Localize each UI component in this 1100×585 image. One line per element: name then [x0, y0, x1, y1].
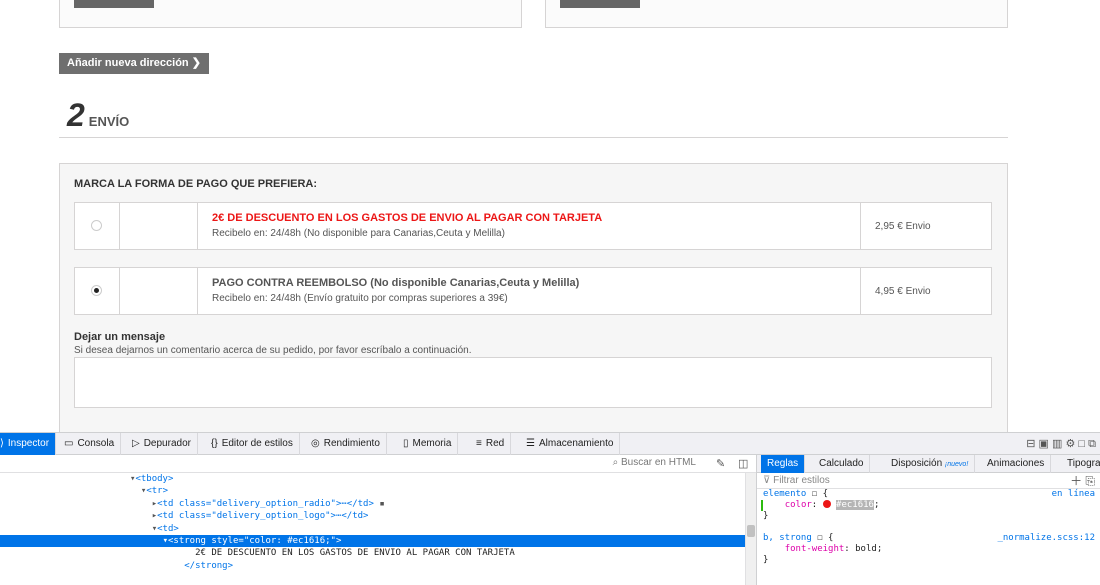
tab-rules[interactable]: Reglas	[761, 455, 806, 473]
markup-pane: ⌕ Buscar en HTML ✎ ◫ ▾<tbody> ▾<tr> ▸<td…	[0, 455, 756, 585]
devtools-toolbar-icons: ⊟ ▣ ▥ ⚙ □ ⧉	[1026, 437, 1096, 451]
filter-icon: ⊽	[763, 475, 771, 486]
tab-console[interactable]: ▭ Consola	[58, 433, 122, 455]
storage-icon: ☰	[526, 438, 535, 449]
markup-scrollbar[interactable]	[745, 473, 756, 585]
delivery-option-subtitle: Recibelo en: 24/48h (No disponible para …	[212, 228, 505, 239]
delivery-option-price: 4,95 € Envio	[875, 286, 931, 297]
tree-node[interactable]: ▾<td>	[0, 523, 745, 535]
event-badge-icon: ▪	[379, 498, 385, 509]
tab-debugger[interactable]: ▷ Depurador	[126, 433, 198, 455]
delivery-option[interactable]: 2€ DE DESCUENTO EN LOS GASTOS DE ENVIO A…	[74, 202, 992, 250]
toggle-sidebar-icon[interactable]: ◫	[738, 457, 748, 470]
search-icon: ⌕	[612, 457, 619, 468]
tab-fonts[interactable]: Tipografías	[1061, 455, 1100, 473]
network-icon: ≡	[476, 438, 482, 449]
rule-close: }	[763, 555, 769, 565]
invoice-address-card	[545, 0, 1008, 28]
message-textarea[interactable]	[74, 357, 992, 408]
add-address-label: Añadir nueva dirección	[67, 57, 189, 69]
tree-node-selected[interactable]: ▾<strong style="color: #ec1616;">	[0, 534, 745, 548]
tab-inspector[interactable]: ⟩ Inspector	[0, 433, 57, 455]
delivery-option-title: PAGO CONTRA REEMBOLSO (No disponible Can…	[212, 277, 580, 289]
checkbox-icon[interactable]: ☐	[812, 489, 817, 499]
inspector-icon: ⟩	[0, 438, 4, 449]
delivery-option-title: 2€ DE DESCUENTO EN LOS GASTOS DE ENVIO A…	[212, 212, 603, 224]
performance-icon: ◎	[311, 438, 320, 449]
payment-box: MARCA LA FORMA DE PAGO QUE PREFIERA: 2€ …	[59, 163, 1008, 432]
memory-icon: ▯	[403, 438, 409, 449]
chevron-right-icon: ❯	[191, 57, 201, 69]
delivery-option-subtitle: Recibelo en: 24/48h (Envío gratuito por …	[212, 293, 508, 304]
css-rules: elemento ☐ {en línea color: #ec1616; } b…	[757, 489, 1100, 566]
delivery-address-card	[59, 0, 522, 28]
tab-computed[interactable]: Calculado	[813, 455, 871, 473]
rule-header: b, strong ☐ {_normalize.scss:12	[763, 533, 1095, 544]
tab-memory[interactable]: ▯ Memoria	[397, 433, 459, 455]
overflow-icon[interactable]: ⧉	[1088, 438, 1096, 450]
color-swatch-icon[interactable]	[822, 500, 831, 508]
rule-spacer	[757, 522, 1100, 533]
markup-toolbar: ⌕ Buscar en HTML ✎ ◫	[0, 455, 756, 473]
tree-node[interactable]: ▸<td class="delivery_option_radio">⋯</td…	[0, 498, 745, 510]
tab-animations[interactable]: Animaciones	[981, 455, 1052, 473]
dock-icon[interactable]: ⊟	[1026, 438, 1035, 450]
add-address-button[interactable]: Añadir nueva dirección ❯	[59, 53, 209, 74]
message-label: Dejar un mensaje	[74, 331, 166, 343]
delivery-option-price: 2,95 € Envio	[875, 221, 931, 232]
rule-declaration[interactable]: color: #ec1616;	[757, 500, 1100, 511]
delivery-option-radio[interactable]	[91, 220, 102, 231]
payment-heading: MARCA LA FORMA DE PAGO QUE PREFIERA:	[74, 178, 318, 190]
devtools-panel: ⟩ Inspector ▭ Consola ▷ Depurador {} Editor …	[0, 432, 1100, 585]
divider	[59, 137, 1008, 138]
rule-close: }	[763, 511, 769, 521]
rule-declaration[interactable]: font-weight: bold;	[757, 544, 1100, 555]
rule-header: elemento ☐ {en línea	[763, 489, 1095, 500]
message-hint: Si desea dejarnos un comentario acerca d…	[74, 345, 472, 356]
scrollbar-thumb[interactable]	[747, 525, 755, 537]
style-editor-icon: {}	[211, 438, 218, 449]
tab-style-editor[interactable]: {} Editor de estilos	[205, 433, 300, 455]
add-rule-icon[interactable]: ＋ ⎘	[1070, 473, 1095, 489]
delivery-option-radio[interactable]	[91, 285, 102, 296]
debugger-icon: ▷	[132, 438, 140, 449]
eyedropper-icon[interactable]: ✎	[716, 457, 725, 470]
rule-source[interactable]: en línea	[1052, 489, 1095, 500]
filter-styles-input[interactable]: ⊽ Filtrar estilos ＋ ⎘	[757, 473, 1100, 489]
changed-marker	[761, 500, 763, 511]
console-icon: ▭	[64, 438, 74, 449]
rule-source[interactable]: _normalize.scss:12	[997, 533, 1095, 544]
rules-pane: Reglas Calculado Disposición ¡nuevo! Ani…	[756, 455, 1100, 585]
address-update-button[interactable]	[560, 0, 640, 8]
delivery-option-logo	[120, 203, 198, 249]
step-title: ENVÍO	[88, 114, 130, 129]
tree-node[interactable]: ▸<td class="delivery_option_logo">⋯</td>	[0, 510, 745, 522]
screenshot-icon[interactable]: ▥	[1052, 438, 1062, 450]
address-update-button[interactable]	[74, 0, 154, 8]
delivery-option-logo	[120, 268, 198, 314]
split-icon[interactable]: □	[1078, 438, 1085, 450]
delivery-option[interactable]: PAGO CONTRA REEMBOLSO (No disponible Can…	[74, 267, 992, 315]
tree-node[interactable]: ▾<tr>	[0, 485, 745, 497]
tree-text-node[interactable]: 2€ DE DESCUENTO EN LOS GASTOS DE ENVIO A…	[0, 547, 745, 559]
step-number: 2	[67, 97, 85, 133]
tree-node[interactable]: </strong>	[0, 560, 745, 572]
tab-network[interactable]: ≡ Red	[470, 433, 512, 455]
settings-icon[interactable]: ⚙	[1065, 438, 1075, 450]
step-heading: 2 ENVÍO	[67, 99, 129, 131]
checkout-page: Añadir nueva dirección ❯ 2 ENVÍO MARCA L…	[0, 0, 1100, 432]
tree-node[interactable]: ▾<tbody>	[0, 473, 745, 485]
tab-layout[interactable]: Disposición ¡nuevo!	[885, 455, 976, 473]
tab-storage[interactable]: ☰ Almacenamiento	[520, 433, 621, 455]
search-html-input[interactable]: ⌕ Buscar en HTML	[580, 457, 700, 471]
responsive-icon[interactable]: ▣	[1039, 438, 1049, 450]
devtools-tabbar: ⟩ Inspector ▭ Consola ▷ Depurador {} Editor …	[0, 433, 1100, 455]
sidebar-tabbar: Reglas Calculado Disposición ¡nuevo! Ani…	[757, 455, 1100, 473]
tab-performance[interactable]: ◎ Rendimiento	[305, 433, 387, 455]
checkbox-icon[interactable]: ☐	[817, 533, 822, 543]
markup-tree: ▾<tbody> ▾<tr> ▸<td class="delivery_opti…	[0, 473, 745, 572]
